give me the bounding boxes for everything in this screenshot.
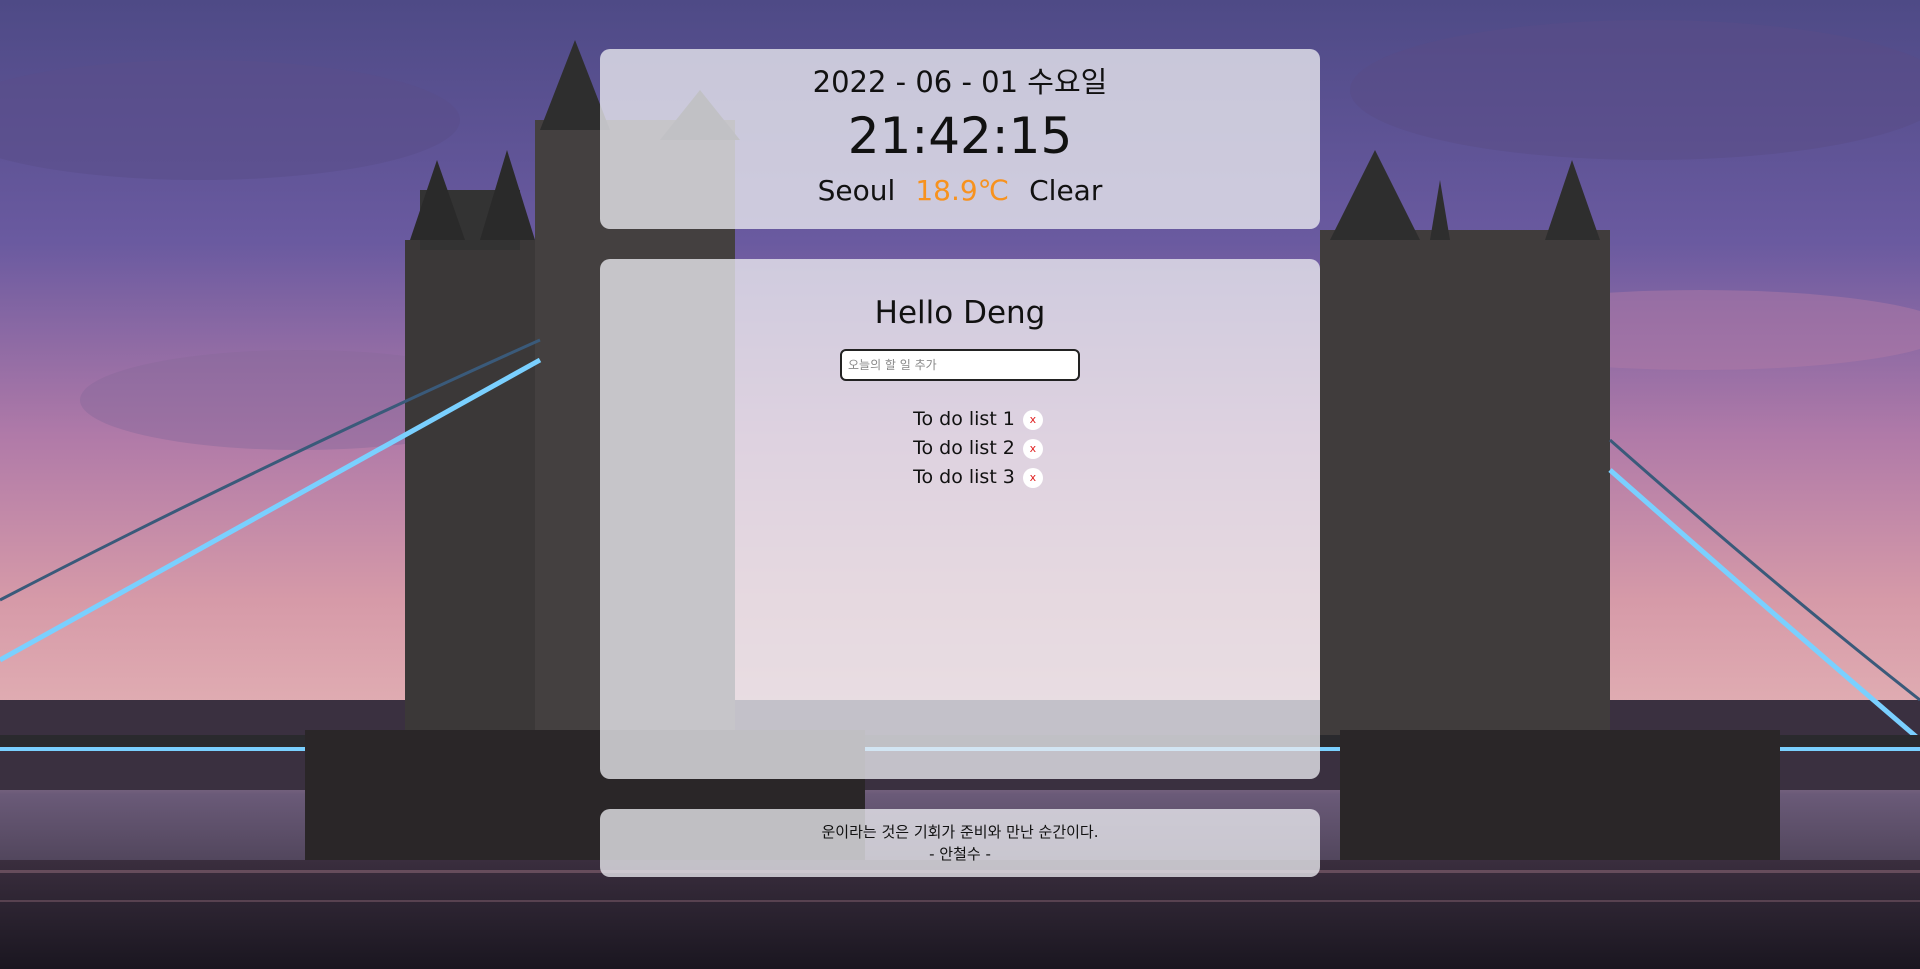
todo-panel: Hello Deng To do list 1 x To do list 2 x… [600, 259, 1320, 779]
todo-item-text: To do list 3 [913, 466, 1015, 488]
weather-condition: Clear [1029, 174, 1103, 207]
greeting-text: Hello Deng [874, 295, 1046, 331]
todo-item: To do list 1 x [600, 405, 1320, 434]
todo-item: To do list 2 x [600, 434, 1320, 463]
delete-todo-button[interactable]: x [1022, 409, 1043, 430]
date-display: 2022 - 06 - 01 수요일 [812, 65, 1108, 99]
time-display: 21:42:15 [847, 107, 1073, 165]
todo-item-text: To do list 2 [913, 437, 1015, 459]
weather-temperature: 18.9℃ [915, 174, 1010, 207]
clock-panel: 2022 - 06 - 01 수요일 21:42:15 Seoul 18.9℃ Cl… [600, 49, 1320, 229]
todo-item: To do list 3 x [600, 463, 1320, 492]
quote-panel: 운이라는 것은 기회가 준비와 만난 순간이다. - 안철수 - [600, 809, 1320, 877]
todo-item-text: To do list 1 [913, 408, 1015, 430]
weather-city: Seoul [817, 174, 896, 207]
todo-list: To do list 1 x To do list 2 x To do list… [600, 405, 1320, 492]
weather-info: Seoul 18.9℃ Clear [600, 174, 1320, 208]
quote-author: - 안철수 - [929, 845, 991, 863]
quote-text: 운이라는 것은 기회가 준비와 만난 순간이다. [821, 823, 1099, 841]
todo-input[interactable] [840, 349, 1080, 381]
delete-todo-button[interactable]: x [1022, 467, 1043, 488]
delete-todo-button[interactable]: x [1022, 438, 1043, 459]
